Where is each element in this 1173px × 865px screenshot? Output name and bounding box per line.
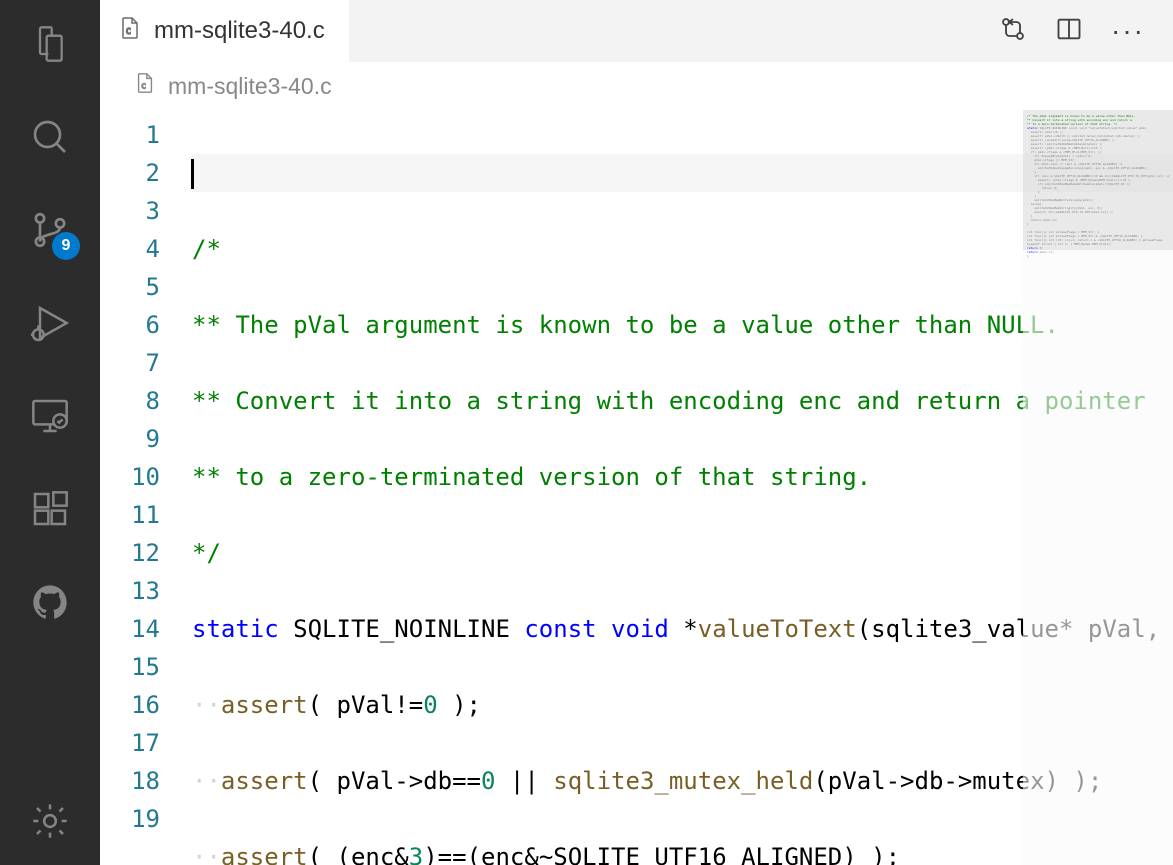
more-actions-icon[interactable]: ··· — [1111, 17, 1145, 45]
settings-icon[interactable] — [26, 797, 74, 845]
minimap[interactable]: /* The pVal argument is known to be a va… — [1023, 110, 1173, 865]
breadcrumb-filename: mm-sqlite3-40.c — [168, 73, 332, 100]
line-number-gutter: 1 2 3 4 5 6 7 8 9 10 11 12 13 14 15 16 1… — [100, 110, 192, 865]
c-file-icon: C — [118, 16, 142, 47]
tab-bar: C mm-sqlite3-40.c ··· — [100, 0, 1173, 62]
app-root: 9 C mm-sqlite3-40.c — [0, 0, 1173, 865]
minimap-slider[interactable] — [1023, 110, 1173, 250]
source-control-icon[interactable]: 9 — [26, 206, 74, 254]
code-editor[interactable]: 1 2 3 4 5 6 7 8 9 10 11 12 13 14 15 16 1… — [100, 110, 1173, 865]
explorer-icon[interactable] — [26, 20, 74, 68]
github-icon[interactable] — [26, 578, 74, 626]
search-icon[interactable] — [26, 113, 74, 161]
tab-active[interactable]: C mm-sqlite3-40.c — [100, 0, 350, 62]
breadcrumb[interactable]: C mm-sqlite3-40.c — [100, 62, 1173, 110]
svg-text:C: C — [126, 27, 131, 36]
extensions-icon[interactable] — [26, 485, 74, 533]
remote-explorer-icon[interactable] — [26, 392, 74, 440]
activity-bar: 9 — [0, 0, 100, 865]
scm-badge: 9 — [52, 232, 80, 260]
tab-filename: mm-sqlite3-40.c — [154, 17, 325, 45]
svg-text:C: C — [141, 82, 145, 91]
split-editor-icon[interactable] — [1055, 15, 1083, 48]
editor-group: C mm-sqlite3-40.c ··· C mm-sqlite3-40.c — [100, 0, 1173, 865]
compare-changes-icon[interactable] — [999, 15, 1027, 48]
editor-actions: ··· — [999, 0, 1173, 62]
run-debug-icon[interactable] — [26, 299, 74, 347]
c-file-icon: C — [134, 72, 156, 100]
